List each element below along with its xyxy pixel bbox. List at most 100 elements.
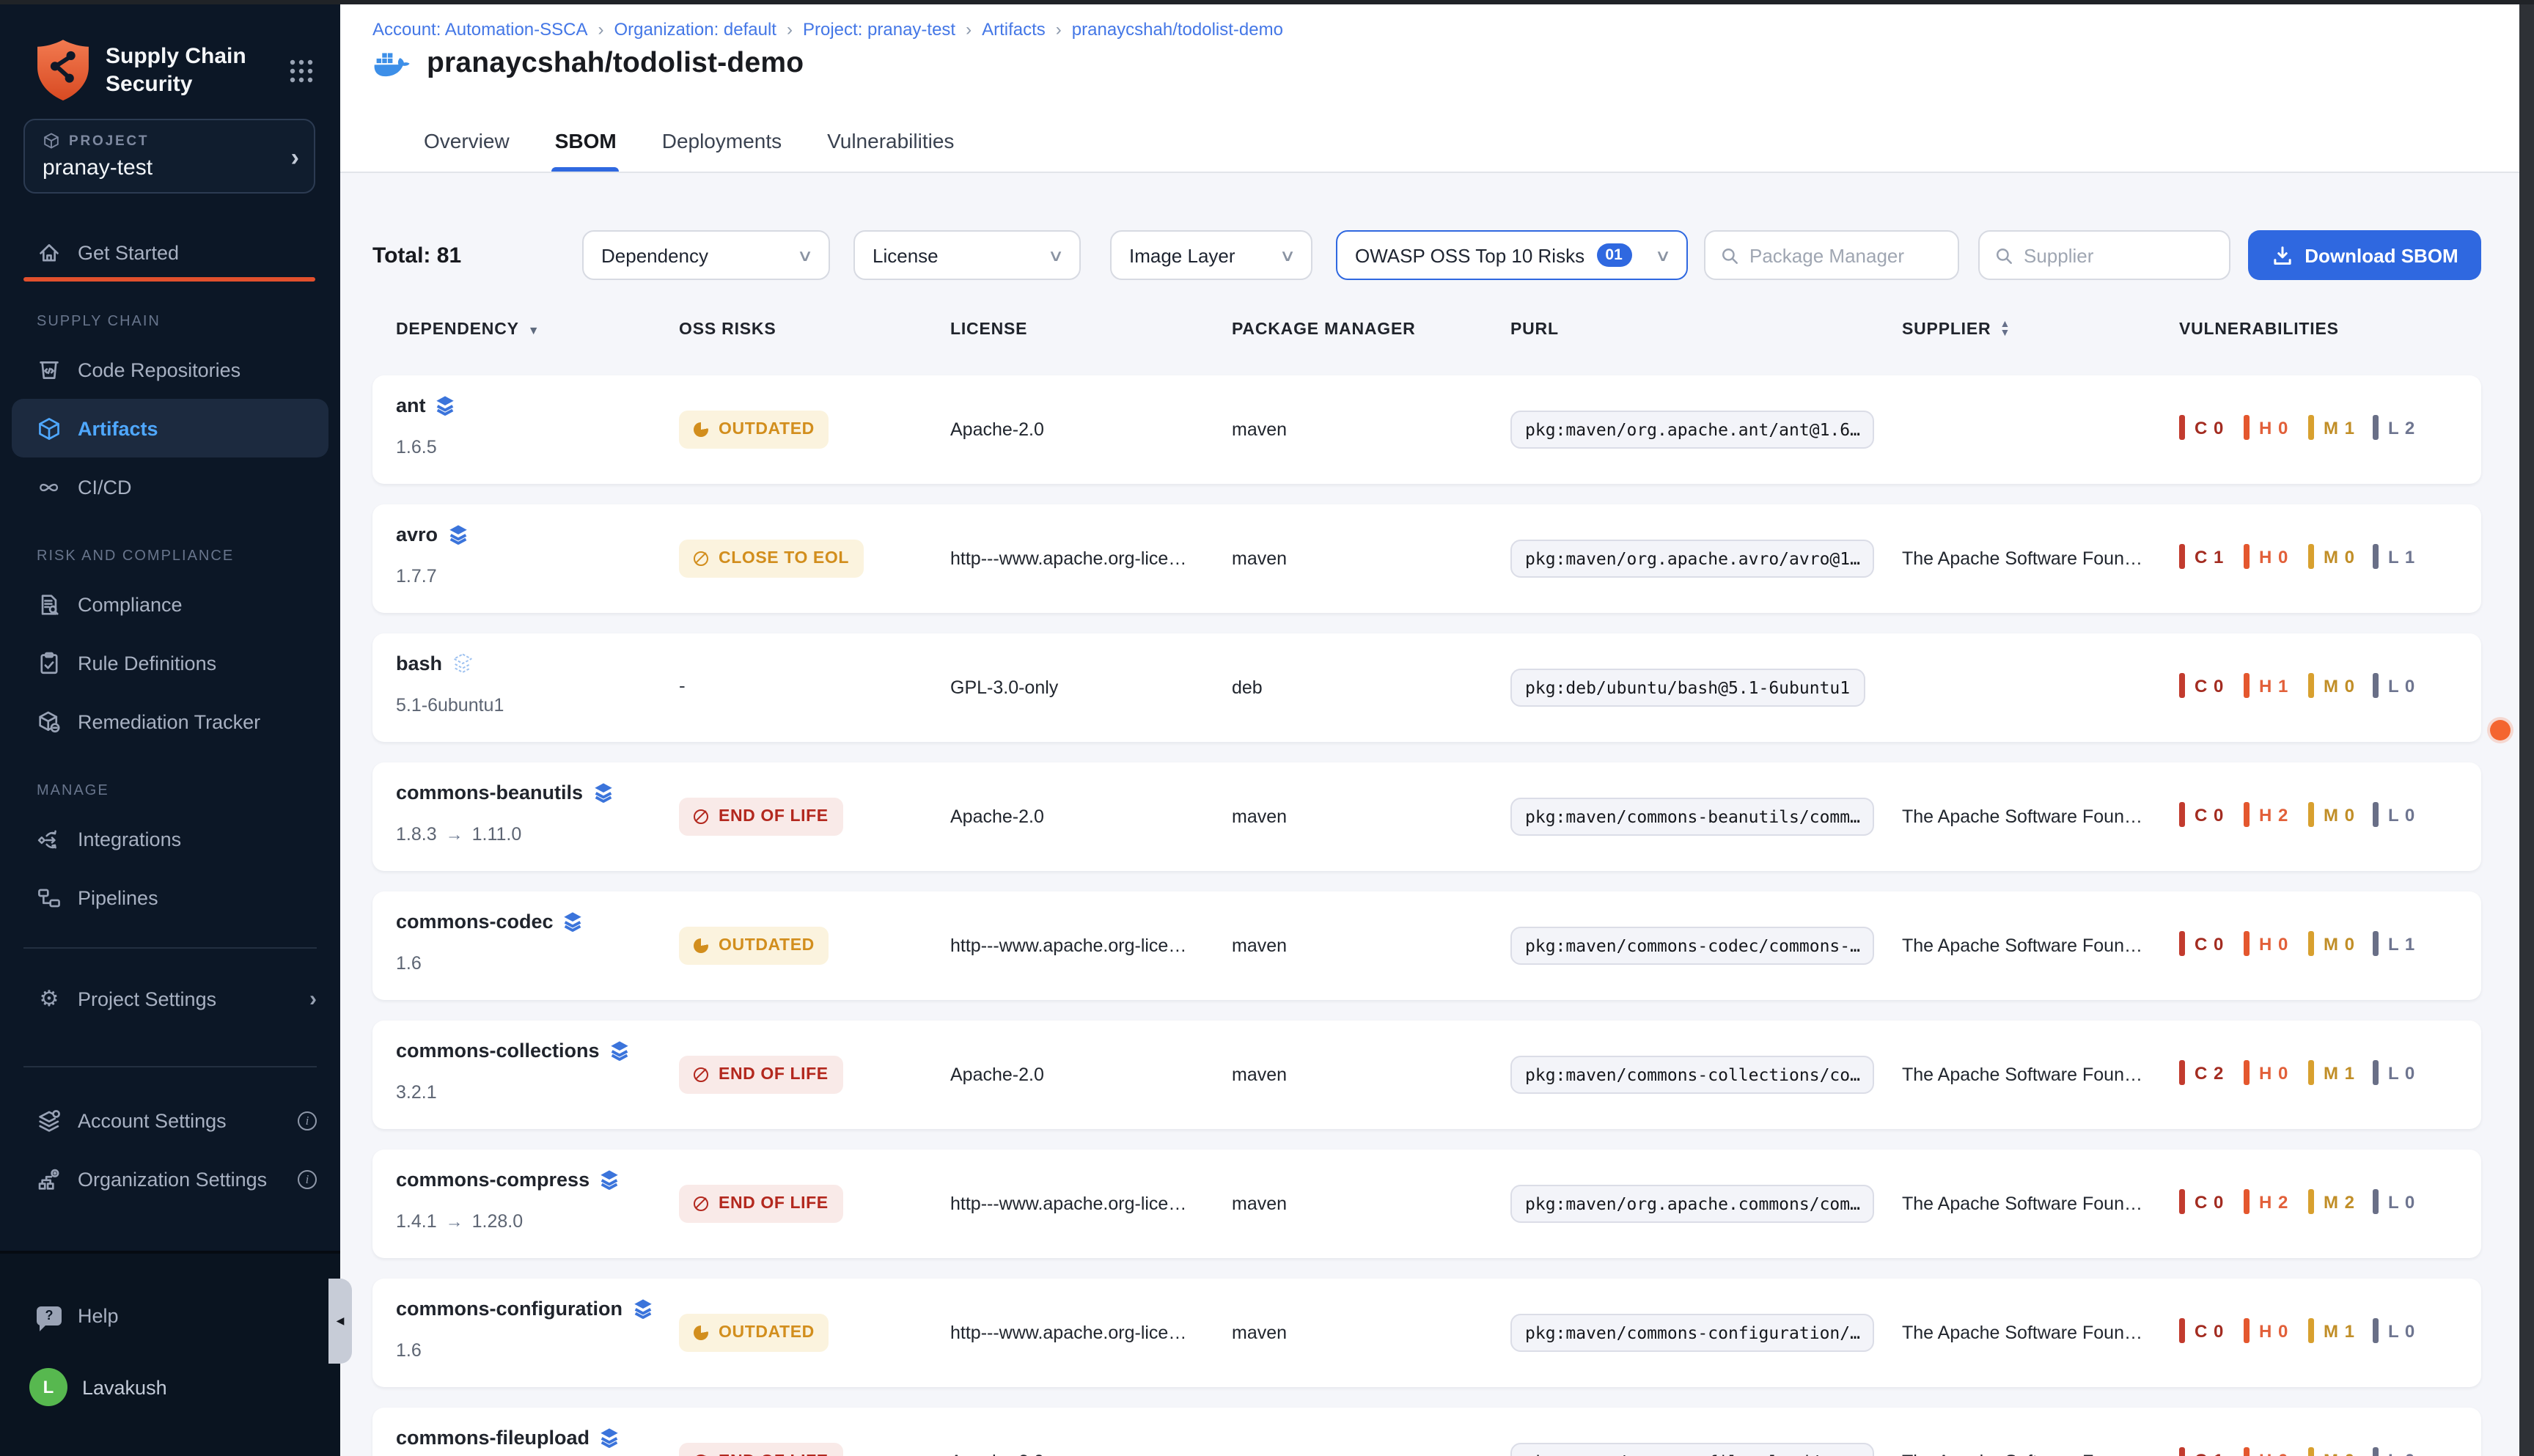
vuln-count-c: C 1 bbox=[2179, 544, 2244, 569]
sidebar-item-rule-definitions[interactable]: Rule Definitions bbox=[0, 633, 340, 692]
sidebar-item-label: Rule Definitions bbox=[78, 652, 216, 674]
oss-risk-badge-outdated: OUTDATED bbox=[679, 1314, 829, 1352]
sidebar-item-organization-settings[interactable]: Organization Settings bbox=[0, 1150, 340, 1208]
vuln-count-h: H 0 bbox=[2244, 415, 2308, 440]
chevron-down-icon: ∨ bbox=[1655, 246, 1672, 265]
vuln-count-c: C 2 bbox=[2179, 1060, 2244, 1085]
vulnerability-counts: C 0H 1M 0L 0 bbox=[2179, 673, 2437, 698]
dependency-version: 1.6 bbox=[396, 953, 422, 974]
sidebar-item-compliance[interactable]: Compliance bbox=[0, 575, 340, 633]
module-grid-icon[interactable] bbox=[289, 58, 314, 83]
chevron-down-icon: ∨ bbox=[797, 246, 814, 265]
owasp-risks-dropdown[interactable]: OWASP OSS Top 10 Risks 01 ∨ bbox=[1336, 230, 1688, 280]
layers-icon bbox=[598, 1169, 620, 1191]
sidebar-item-help[interactable]: Help bbox=[0, 1289, 340, 1342]
vuln-count-h: H 0 bbox=[2244, 1318, 2308, 1343]
filter-dropdown-image-layer[interactable]: Image Layer∨ bbox=[1110, 230, 1312, 280]
purl-chip[interactable]: pkg:maven/commons-fileupload/com… bbox=[1510, 1443, 1875, 1456]
supplier-cell: The Apache Software Foun… bbox=[1902, 804, 2142, 830]
table-row[interactable]: commons-fileupload END OF LIFE Apache-2.… bbox=[372, 1408, 2481, 1456]
tab-sbom[interactable]: SBOM bbox=[555, 110, 617, 172]
dropdown-label: License bbox=[873, 244, 939, 266]
breadcrumb-link[interactable]: Account: Automation-SSCA bbox=[372, 19, 588, 40]
column-header-dependency[interactable]: DEPENDENCY▼ bbox=[396, 321, 540, 339]
breadcrumb-separator: › bbox=[598, 19, 604, 40]
purl-chip[interactable]: pkg:maven/org.apache.ant/ant@1.6… bbox=[1510, 411, 1875, 449]
sidebar-item-remediation-tracker[interactable]: Remediation Tracker bbox=[0, 692, 340, 751]
package-manager-cell: maven bbox=[1232, 416, 1287, 443]
purl-chip[interactable]: pkg:maven/commons-codec/commons-… bbox=[1510, 927, 1875, 965]
table-row[interactable]: avro 1.7.7 CLOSE TO EOL http---www.apach… bbox=[372, 504, 2481, 613]
download-sbom-label: Download SBOM bbox=[2305, 244, 2458, 266]
breadcrumb-link[interactable]: Organization: default bbox=[614, 19, 777, 40]
supplier-input[interactable] bbox=[2024, 244, 2214, 266]
download-sbom-button[interactable]: Download SBOM bbox=[2248, 230, 2481, 280]
sidebar-item-project-settings[interactable]: ⚙Project Settings› bbox=[0, 969, 340, 1028]
license-cell: Apache-2.0 bbox=[950, 1449, 1044, 1456]
table-row[interactable]: commons-compress 1.4.1→1.28.0 END OF LIF… bbox=[372, 1150, 2481, 1258]
sidebar-item-integrations[interactable]: Integrations bbox=[0, 809, 340, 868]
purl-chip[interactable]: pkg:maven/commons-beanutils/comm… bbox=[1510, 798, 1875, 836]
user-menu[interactable]: L Lavakush bbox=[0, 1359, 340, 1415]
package-manager-input[interactable] bbox=[1749, 244, 1943, 266]
package-manager-cell: maven bbox=[1232, 804, 1287, 830]
table-row[interactable]: commons-collections 3.2.1 END OF LIFE Ap… bbox=[372, 1021, 2481, 1129]
owasp-dropdown-label: OWASP OSS Top 10 Risks bbox=[1355, 244, 1584, 266]
tab-deployments[interactable]: Deployments bbox=[662, 110, 782, 172]
purl-chip[interactable]: pkg:maven/org.apache.commons/com… bbox=[1510, 1185, 1875, 1223]
supplier-cell: The Apache Software Foun… bbox=[1902, 1062, 2142, 1088]
sidebar-item-cicd[interactable]: CI/CD bbox=[0, 457, 340, 516]
infinity-icon bbox=[37, 474, 62, 499]
purl-chip[interactable]: pkg:maven/commons-configuration/… bbox=[1510, 1314, 1875, 1352]
license-cell: http---www.apache.org-lice… bbox=[950, 1191, 1186, 1217]
purl-chip[interactable]: pkg:deb/ubuntu/bash@5.1-6ubuntu1 bbox=[1510, 669, 1865, 707]
license-cell: Apache-2.0 bbox=[950, 804, 1044, 830]
column-header-supplier[interactable]: SUPPLIER▲▼ bbox=[1902, 321, 2010, 339]
dependency-version: 5.1-6ubuntu1 bbox=[396, 695, 504, 716]
prohibited-icon bbox=[694, 1067, 708, 1082]
vuln-count-c: C 0 bbox=[2179, 415, 2244, 440]
info-icon[interactable] bbox=[298, 1169, 317, 1188]
vuln-count-l: L 0 bbox=[2373, 1318, 2437, 1343]
project-selector[interactable]: PROJECT pranay-test › bbox=[23, 119, 315, 194]
sidebar-collapse-handle[interactable]: ◀ bbox=[328, 1279, 352, 1364]
filter-dropdown-license[interactable]: License∨ bbox=[853, 230, 1081, 280]
vuln-count-c: C 0 bbox=[2179, 1189, 2244, 1214]
vuln-count-l: L 0 bbox=[2373, 1447, 2437, 1456]
table-row[interactable]: bash 5.1-6ubuntu1 - GPL-3.0-only deb pkg… bbox=[372, 633, 2481, 742]
sidebar-item-pipelines[interactable]: Pipelines bbox=[0, 868, 340, 927]
table-row[interactable]: commons-codec 1.6 OUTDATED http---www.ap… bbox=[372, 891, 2481, 1000]
layers-icon bbox=[447, 523, 469, 545]
nav-divider bbox=[23, 1066, 317, 1067]
table-row[interactable]: commons-configuration 1.6 OUTDATED http-… bbox=[372, 1279, 2481, 1387]
purl-chip[interactable]: pkg:maven/commons-collections/co… bbox=[1510, 1056, 1875, 1094]
vuln-count-m: M 0 bbox=[2308, 1447, 2373, 1456]
table-row[interactable]: ant 1.6.5 OUTDATED Apache-2.0 maven pkg:… bbox=[372, 375, 2481, 484]
tab-overview[interactable]: Overview bbox=[424, 110, 510, 172]
page-title: pranaycshah/todolist-demo bbox=[427, 47, 804, 81]
purl-chip[interactable]: pkg:maven/org.apache.avro/avro@1… bbox=[1510, 540, 1875, 578]
sidebar-item-code-repositories[interactable]: Code Repositories bbox=[0, 340, 340, 399]
repo-icon bbox=[37, 357, 62, 382]
layers-icon bbox=[609, 1040, 631, 1062]
scrollbar[interactable] bbox=[2519, 0, 2534, 1456]
breadcrumb-link[interactable]: pranaycshah/todolist-demo bbox=[1072, 19, 1283, 40]
dependency-version: 1.8.3→1.11.0 bbox=[396, 824, 521, 845]
info-icon[interactable] bbox=[298, 1111, 317, 1130]
sidebar-item-artifacts[interactable]: Artifacts bbox=[12, 399, 328, 457]
package-manager-cell: maven bbox=[1232, 1191, 1287, 1217]
owasp-count-badge: 01 bbox=[1596, 243, 1631, 267]
sidebar-item-get-started[interactable]: Get Started bbox=[0, 223, 340, 282]
sidebar-item-account-settings[interactable]: Account Settings bbox=[0, 1091, 340, 1150]
column-header-vulnerabilities: VULNERABILITIES bbox=[2179, 321, 2339, 339]
sort-icon: ▲▼ bbox=[1999, 321, 2010, 339]
vuln-count-m: M 0 bbox=[2308, 802, 2373, 827]
filter-dropdown-dependency[interactable]: Dependency∨ bbox=[582, 230, 830, 280]
home-icon bbox=[37, 240, 62, 265]
breadcrumb-link[interactable]: Artifacts bbox=[982, 19, 1046, 40]
license-cell: GPL-3.0-only bbox=[950, 674, 1058, 701]
table-row[interactable]: commons-beanutils 1.8.3→1.11.0 END OF LI… bbox=[372, 762, 2481, 871]
breadcrumb-link[interactable]: Project: pranay-test bbox=[803, 19, 955, 40]
tab-vulnerabilities[interactable]: Vulnerabilities bbox=[827, 110, 954, 172]
vuln-count-c: C 0 bbox=[2179, 1318, 2244, 1343]
